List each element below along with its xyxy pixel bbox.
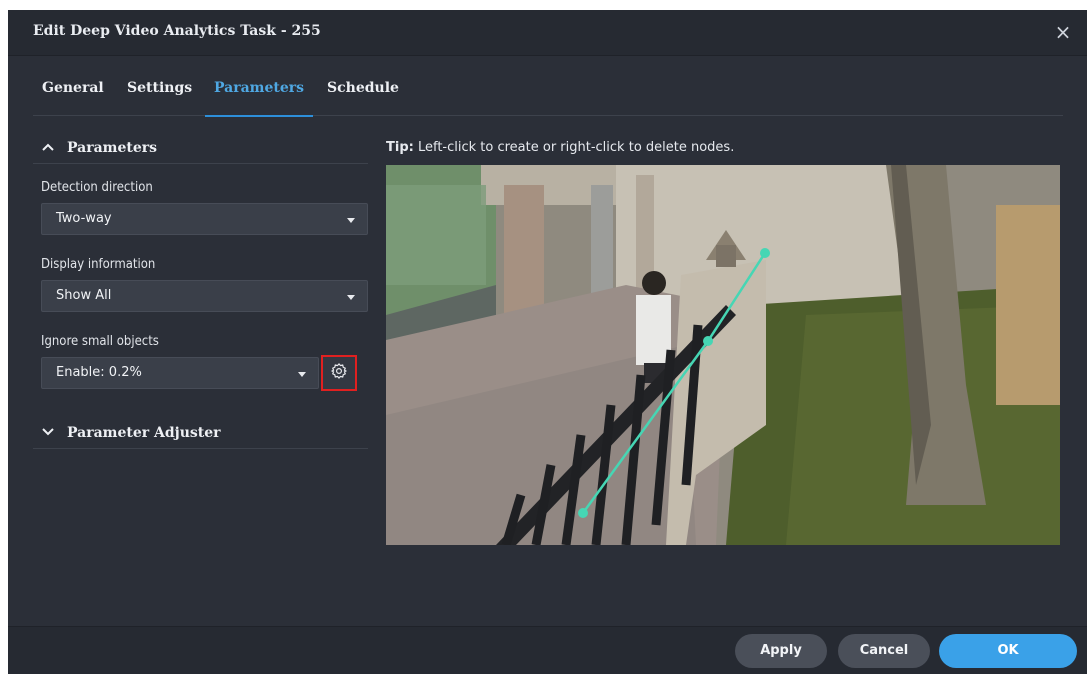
ignore-small-objects-value: Enable: 0.2% [56, 365, 142, 380]
tab-bar: General Settings Parameters Schedule [33, 66, 1063, 117]
parameters-section-title: Parameters [67, 139, 158, 156]
dialog-footer: Apply Cancel OK [8, 626, 1087, 674]
tip-message: Left-click to create or right-click to d… [413, 140, 735, 155]
tab-schedule[interactable]: Schedule [318, 66, 408, 116]
apply-button[interactable]: Apply [735, 634, 827, 668]
caret-down-icon [347, 295, 355, 300]
tip-prefix: Tip: [386, 140, 414, 155]
close-icon[interactable]: × [1051, 20, 1075, 44]
chevron-down-icon [41, 425, 59, 441]
caret-down-icon [347, 218, 355, 223]
detection-direction-select[interactable]: Two-way [41, 203, 368, 235]
tab-general[interactable]: General [33, 66, 113, 116]
edit-task-dialog: Edit Deep Video Analytics Task - 255 × G… [8, 10, 1087, 674]
detection-direction-value: Two-way [56, 211, 112, 226]
ok-button[interactable]: OK [939, 634, 1077, 668]
dialog-title: Edit Deep Video Analytics Task - 255 [33, 23, 321, 39]
tab-settings[interactable]: Settings [118, 66, 201, 116]
parameters-section-header[interactable]: Parameters [33, 132, 368, 164]
ignore-small-objects-select[interactable]: Enable: 0.2% [41, 357, 319, 389]
parameters-panel: Parameters Detection direction Two-way D… [33, 132, 368, 449]
parameter-adjuster-section-header[interactable]: Parameter Adjuster [33, 417, 368, 449]
display-information-value: Show All [56, 288, 112, 303]
ignore-small-objects-label: Ignore small objects [41, 334, 159, 349]
ignore-small-objects-settings-button[interactable] [321, 355, 357, 391]
dialog-titlebar: Edit Deep Video Analytics Task - 255 × [8, 10, 1087, 56]
tab-parameters[interactable]: Parameters [205, 66, 314, 117]
camera-preview[interactable] [386, 165, 1060, 545]
camera-scene [386, 165, 1060, 545]
cancel-button[interactable]: Cancel [838, 634, 930, 668]
gear-icon [330, 362, 348, 384]
chevron-up-icon [41, 140, 59, 156]
detection-direction-label: Detection direction [41, 180, 153, 195]
display-information-label: Display information [41, 257, 156, 272]
tip-text: Tip: Left-click to create or right-click… [386, 140, 734, 155]
parameter-adjuster-section-title: Parameter Adjuster [67, 424, 221, 441]
caret-down-icon [298, 372, 306, 377]
display-information-select[interactable]: Show All [41, 280, 368, 312]
